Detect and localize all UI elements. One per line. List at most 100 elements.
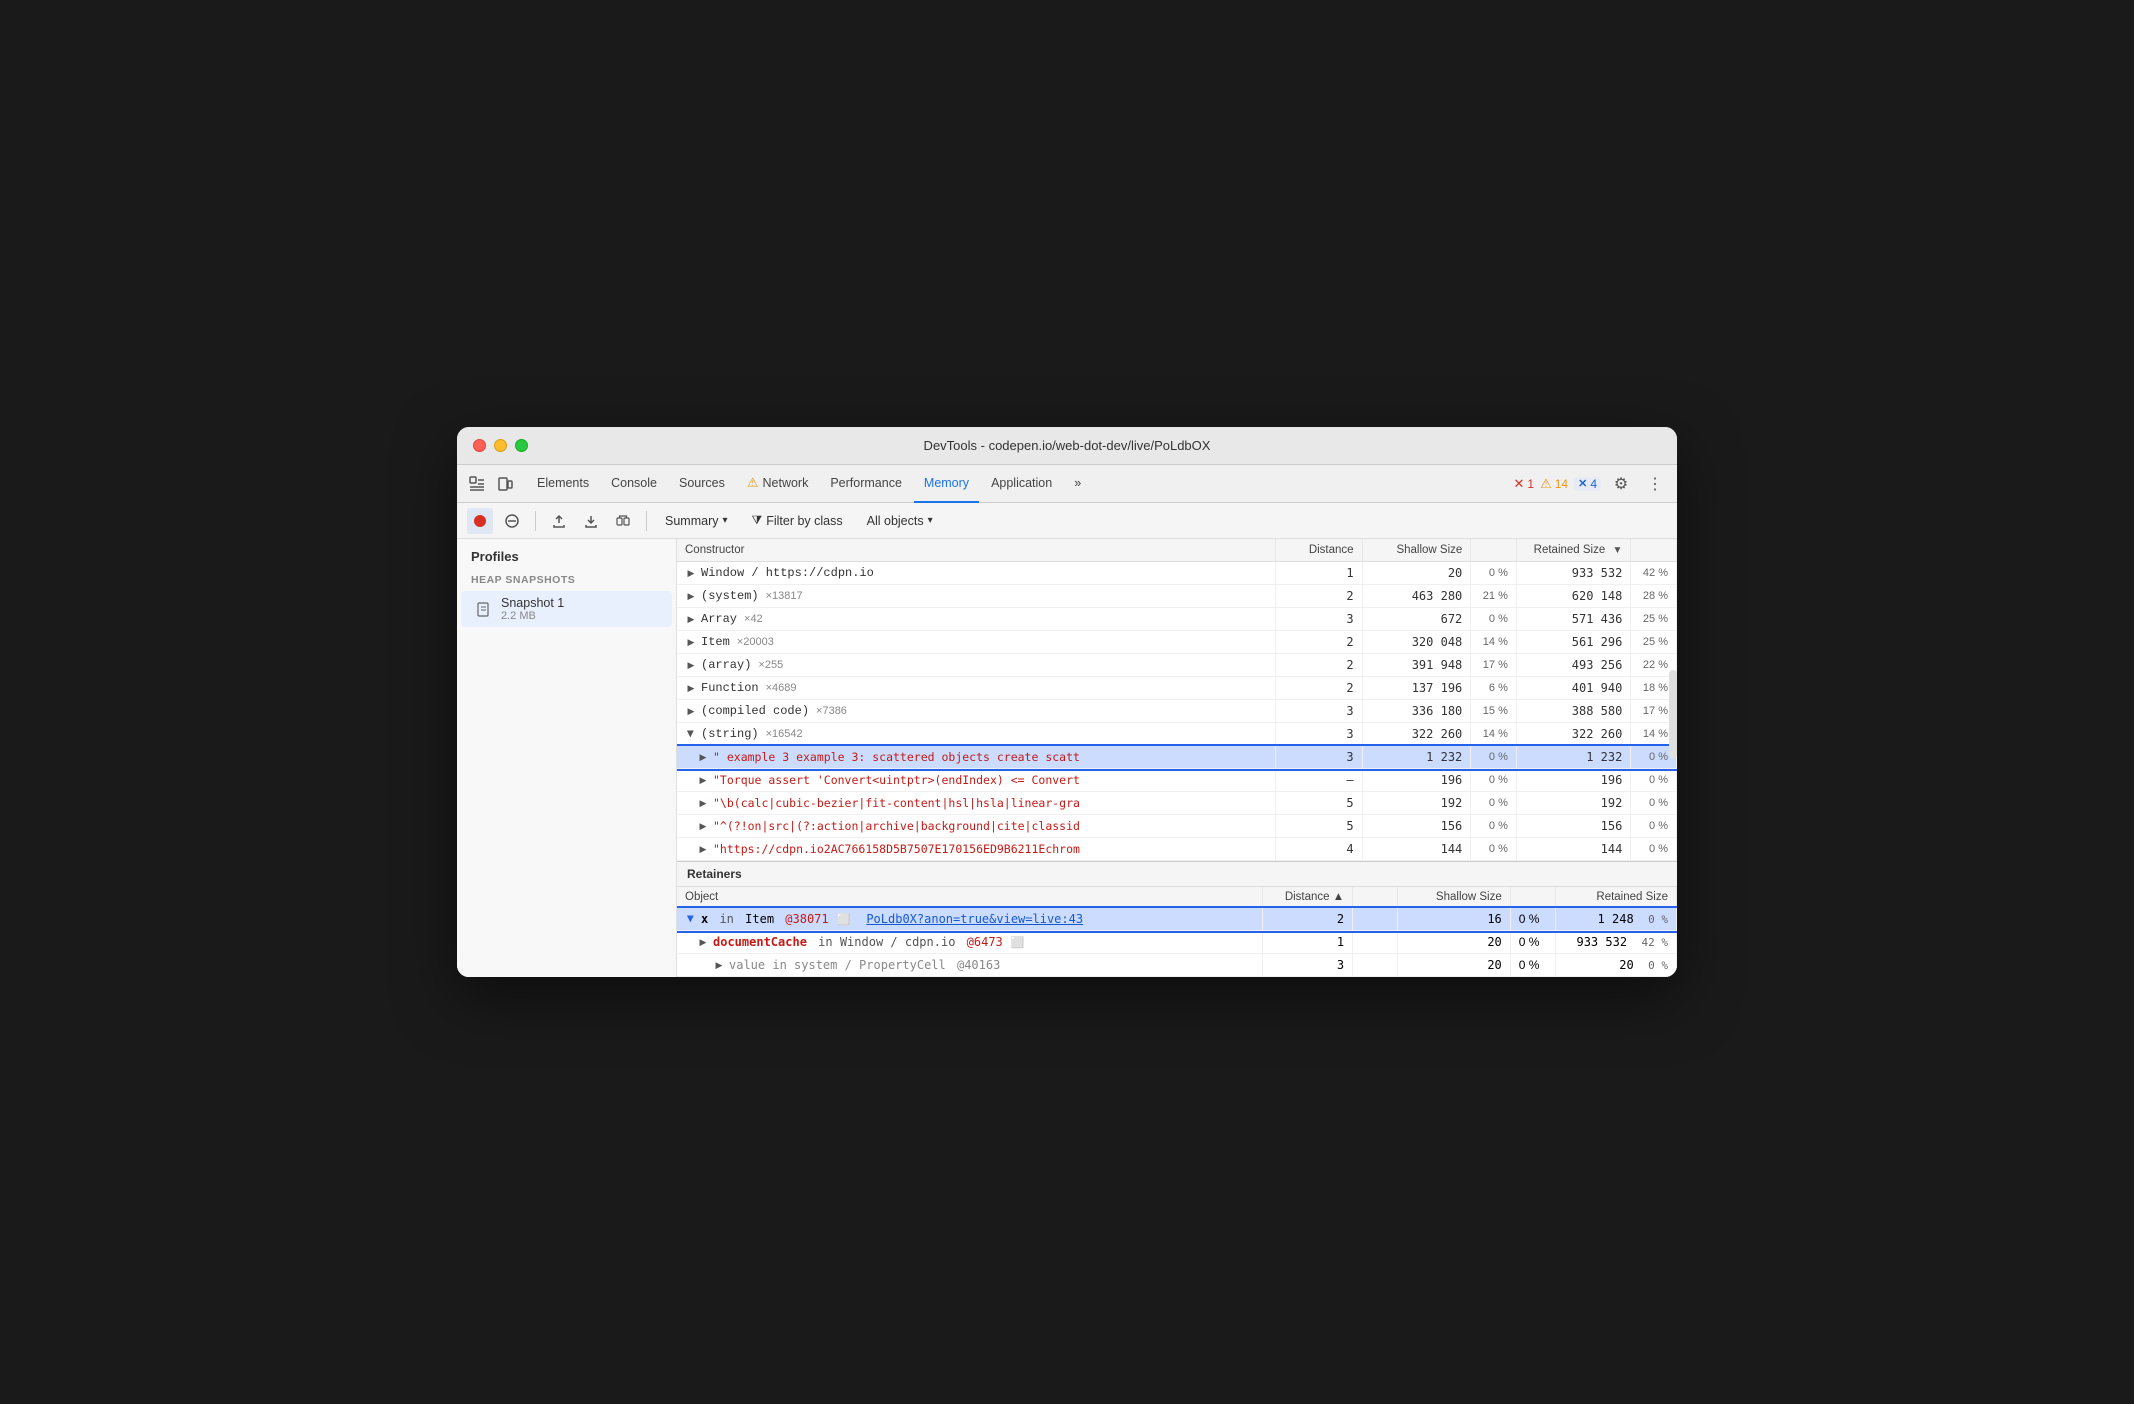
tab-bar: Elements Console Sources ⚠ Network Perfo… [457,465,1677,503]
tab-more[interactable]: » [1064,465,1091,503]
constructor-table: Constructor Distance Shallow Size Retain… [677,539,1677,861]
tab-memory[interactable]: Memory [914,465,979,503]
table-row[interactable]: ▶ "^(?!on|src|(?:action|archive|backgrou… [677,815,1677,838]
expand-icon[interactable]: ▶ [685,636,697,648]
expand-icon[interactable]: ▶ [697,936,709,948]
upload-button[interactable] [546,508,572,534]
snapshot-info: Snapshot 1 2.2 MB [501,596,564,622]
sidebar-title: Profiles [457,539,676,570]
table-row[interactable]: ▶ "\b(calc|cubic-bezier|fit-content|hsl|… [677,792,1677,815]
expand-icon[interactable]: ▶ [697,774,709,786]
constructor-cell: ▶ " example 3 example 3: scattered objec… [677,746,1275,769]
constructor-cell: ▶ "Torque assert 'Convert<uintptr>(endIn… [677,769,1275,792]
settings-button[interactable]: ⚙ [1607,470,1635,498]
error-icon: ✕ [1513,476,1524,492]
constructor-cell: ▶ (system) ×13817 [677,585,1275,608]
vertical-scrollbar[interactable] [1669,670,1677,758]
collect-button[interactable] [610,508,636,534]
summary-dropdown[interactable]: Summary ▾ [657,512,736,530]
maximize-button[interactable] [515,439,528,452]
clear-button[interactable] [499,508,525,534]
constructor-cell: ▶ "https://cdpn.io2AC766158D5B7507E17015… [677,838,1275,861]
constructor-cell: ▶ Function ×4689 [677,677,1275,700]
retainer-row[interactable]: ▶ documentCache in Window / cdpn.io @647… [677,931,1677,954]
tab-sources[interactable]: Sources [669,465,735,503]
divider-1 [535,511,536,531]
constructor-cell: ▶ (string) ×16542 [677,723,1275,746]
tab-elements[interactable]: Elements [527,465,599,503]
snapshot-icon [475,600,493,618]
table-row[interactable]: ▶ Function ×4689 2 137 196 6 % 401 940 1… [677,677,1677,700]
download-button[interactable] [578,508,604,534]
devtools-icons [465,472,517,496]
toolbar: Summary ▾ ⧩ Filter by class All objects … [457,503,1677,539]
title-bar: DevTools - codepen.io/web-dot-dev/live/P… [457,427,1677,465]
ret-col-distance: Distance ▲ [1263,887,1353,908]
expand-icon[interactable]: ▶ [685,659,697,671]
record-button[interactable] [467,508,493,534]
col-constructor: Constructor [677,539,1275,562]
expand-icon[interactable]: ▶ [685,913,697,925]
more-options-button[interactable]: ⋮ [1641,470,1669,498]
info-icon: ✕ [1578,477,1587,490]
expand-icon[interactable]: ▶ [685,613,697,625]
table-area: Constructor Distance Shallow Size Retain… [677,539,1677,977]
expand-icon[interactable]: ▶ [697,751,709,763]
device-icon[interactable] [493,472,517,496]
table-row[interactable]: ▶ (system) ×13817 2 463 280 21 % 620 148… [677,585,1677,608]
sort-arrow-icon: ▼ [1612,545,1622,556]
table-row[interactable]: ▶ "Torque assert 'Convert<uintptr>(endIn… [677,769,1677,792]
table-row[interactable]: ▶ (compiled code) ×7386 3 336 180 15 % 3… [677,700,1677,723]
minimize-button[interactable] [494,439,507,452]
snapshot-item[interactable]: Snapshot 1 2.2 MB [461,591,672,627]
filter-icon: ⧩ [752,513,763,528]
divider-2 [646,511,647,531]
expand-icon[interactable]: ▶ [697,797,709,809]
constructor-cell: ▶ Item ×20003 [677,631,1275,654]
expand-icon[interactable]: ▶ [685,682,697,694]
retainer-object-cell: ▶ value in system / PropertyCell @40163 [677,954,1263,977]
warning-count-badge[interactable]: ⚠ 14 [1540,476,1568,492]
col-shallow-size: Shallow Size [1362,539,1471,562]
heap-snapshots-label: HEAP SNAPSHOTS [457,570,676,590]
objects-dropdown[interactable]: All objects ▾ [859,512,941,530]
tab-network[interactable]: ⚠ Network [737,465,819,503]
tab-performance[interactable]: Performance [820,465,912,503]
network-warn-icon: ⚠ [747,475,759,491]
expand-icon[interactable]: ▶ [685,590,697,602]
col-distance: Distance [1275,539,1362,562]
constructor-cell: ▶ "\b(calc|cubic-bezier|fit-content|hsl|… [677,792,1275,815]
retainer-row[interactable]: ▶ value in system / PropertyCell @40163 … [677,954,1677,977]
retainer-row-selected[interactable]: ▶ x in Item @38071 ⬜ PoLdb0X?anon=true&v… [677,908,1677,931]
traffic-lights [473,439,528,452]
tab-application[interactable]: Application [981,465,1062,503]
devtools-window: DevTools - codepen.io/web-dot-dev/live/P… [457,427,1677,977]
table-row[interactable]: ▶ Item ×20003 2 320 048 14 % 561 296 25 … [677,631,1677,654]
info-count-badge[interactable]: ✕ 4 [1574,477,1601,491]
expand-icon[interactable]: ▶ [685,567,697,579]
table-row-selected[interactable]: ▶ " example 3 example 3: scattered objec… [677,746,1677,769]
col-shallow-pct [1471,539,1517,562]
close-button[interactable] [473,439,486,452]
expand-icon[interactable]: ▶ [697,820,709,832]
tab-bar-right: ✕ 1 ⚠ 14 ✕ 4 ⚙ ⋮ [1513,470,1669,498]
error-count-badge[interactable]: ✕ 1 [1513,476,1534,492]
table-row[interactable]: ▶ "https://cdpn.io2AC766158D5B7507E17015… [677,838,1677,861]
window-ref-icon-2: ⬜ [1011,936,1025,949]
tab-console[interactable]: Console [601,465,667,503]
expand-icon[interactable]: ▶ [685,728,697,740]
sort-asc-icon: ▲ [1333,891,1344,903]
window-ref-icon: ⬜ [837,913,851,926]
chevron-down-icon-2: ▾ [928,515,933,526]
col-retained-pct [1631,539,1677,562]
expand-icon[interactable]: ▶ [685,705,697,717]
table-row[interactable]: ▶ Array ×42 3 672 0 % 571 436 25 % [677,608,1677,631]
inspect-icon[interactable] [465,472,489,496]
table-row[interactable]: ▶ (string) ×16542 3 322 260 14 % 322 260… [677,723,1677,746]
table-row[interactable]: ▶ Window / https://cdpn.io 1 20 0 % 933 … [677,562,1677,585]
constructor-cell: ▶ (compiled code) ×7386 [677,700,1275,723]
expand-icon[interactable]: ▶ [697,843,709,855]
table-row[interactable]: ▶ (array) ×255 2 391 948 17 % 493 256 22… [677,654,1677,677]
filter-by-class-button[interactable]: ⧩ Filter by class [742,511,853,530]
expand-icon[interactable]: ▶ [713,959,725,971]
